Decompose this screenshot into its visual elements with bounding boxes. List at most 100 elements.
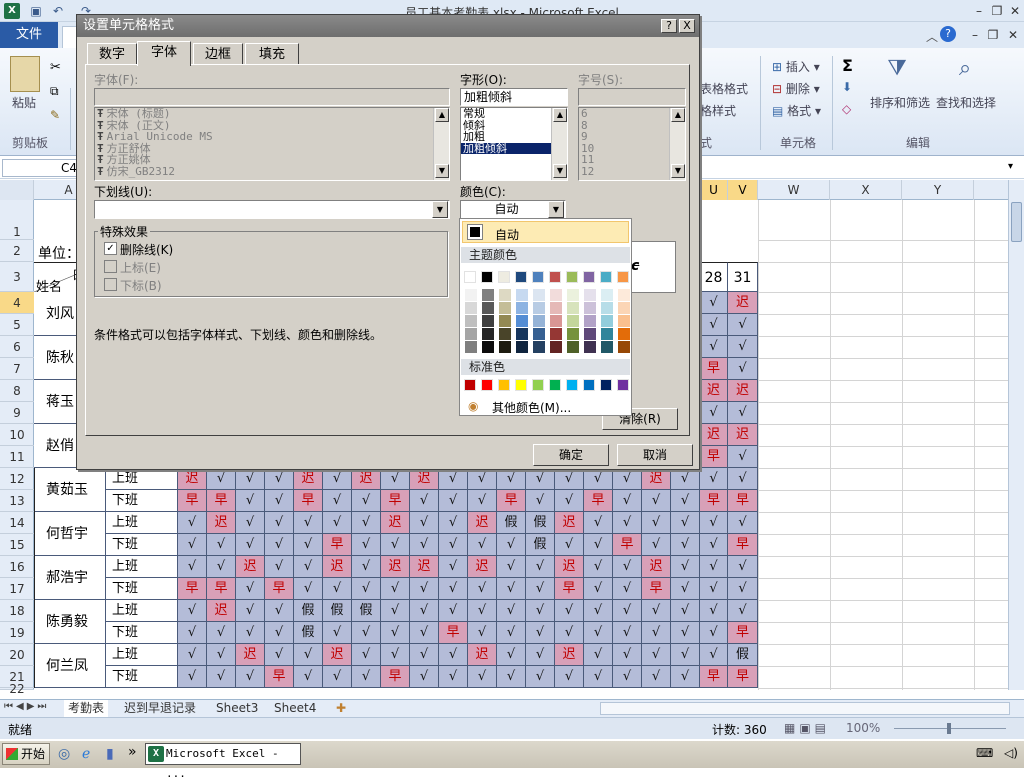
- attendance-cell[interactable]: √: [323, 666, 352, 688]
- view-buttons-icon[interactable]: ▦▣▤: [784, 721, 830, 735]
- start-button[interactable]: 开始: [2, 743, 50, 765]
- style-scroll-down-icon[interactable]: ▼: [553, 164, 567, 178]
- attendance-cell[interactable]: √: [700, 600, 728, 622]
- attendance-cell[interactable]: 假: [352, 600, 381, 622]
- attendance-cell[interactable]: 迟: [642, 468, 671, 490]
- theme-shade-swatch[interactable]: [618, 341, 630, 353]
- superscript-label[interactable]: 上标(E): [120, 259, 161, 276]
- theme-shade-swatch[interactable]: [516, 341, 528, 353]
- theme-shade-swatch[interactable]: [584, 289, 596, 301]
- attendance-cell[interactable]: 迟: [728, 380, 758, 402]
- attendance-cell[interactable]: √: [497, 468, 526, 490]
- attendance-cell[interactable]: √: [642, 644, 671, 666]
- theme-shade-swatch[interactable]: [550, 315, 562, 327]
- theme-shade-swatch[interactable]: [567, 315, 579, 327]
- size-input[interactable]: [578, 88, 686, 106]
- theme-shade-swatch[interactable]: [584, 341, 596, 353]
- sheet-tab-sheet3[interactable]: Sheet3: [212, 700, 262, 717]
- standard-color-swatch[interactable]: [617, 379, 629, 391]
- list-option[interactable]: 6: [579, 108, 669, 120]
- theme-shade-swatch[interactable]: [601, 328, 613, 340]
- attendance-cell[interactable]: √: [265, 490, 294, 512]
- attendance-cell[interactable]: √: [352, 666, 381, 688]
- theme-shade-swatch[interactable]: [584, 328, 596, 340]
- theme-shade-swatch[interactable]: [618, 289, 630, 301]
- attendance-cell[interactable]: √: [178, 556, 207, 578]
- attendance-cell[interactable]: √: [700, 402, 728, 424]
- attendance-cell[interactable]: √: [323, 622, 352, 644]
- theme-shade-swatch[interactable]: [516, 302, 528, 314]
- theme-shade-swatch[interactable]: [550, 341, 562, 353]
- col-header-v[interactable]: V: [728, 180, 758, 200]
- attendance-cell[interactable]: √: [526, 578, 555, 600]
- attendance-cell[interactable]: √: [236, 666, 265, 688]
- attendance-cell[interactable]: √: [381, 600, 410, 622]
- underline-select[interactable]: [94, 200, 450, 219]
- attendance-cell[interactable]: √: [236, 490, 265, 512]
- attendance-cell[interactable]: √: [642, 666, 671, 688]
- attendance-cell[interactable]: √: [642, 622, 671, 644]
- sheet-tab-attendance[interactable]: 考勤表: [64, 700, 109, 717]
- attendance-cell[interactable]: √: [642, 512, 671, 534]
- tab-fill[interactable]: 填充: [245, 43, 299, 65]
- attendance-cell[interactable]: √: [294, 534, 323, 556]
- attendance-cell[interactable]: √: [700, 512, 728, 534]
- standard-color-swatch[interactable]: [583, 379, 595, 391]
- autosum-icon[interactable]: Σ: [842, 56, 853, 75]
- attendance-cell[interactable]: √: [700, 336, 728, 358]
- theme-shade-swatch[interactable]: [516, 289, 528, 301]
- attendance-cell[interactable]: √: [178, 534, 207, 556]
- attendance-cell[interactable]: √: [468, 600, 497, 622]
- attendance-cell[interactable]: √: [584, 578, 613, 600]
- doc-minimize-icon[interactable]: –: [966, 27, 984, 43]
- attendance-cell[interactable]: 迟: [700, 424, 728, 446]
- attendance-cell[interactable]: 早: [381, 666, 410, 688]
- theme-shade-swatch[interactable]: [533, 328, 545, 340]
- attendance-cell[interactable]: √: [178, 666, 207, 688]
- attendance-cell[interactable]: √: [265, 468, 294, 490]
- attendance-cell[interactable]: 早: [700, 446, 728, 468]
- theme-shade-swatch[interactable]: [550, 302, 562, 314]
- attendance-cell[interactable]: √: [728, 468, 758, 490]
- zoom-slider-thumb[interactable]: [947, 723, 951, 734]
- format-button[interactable]: ▤ 格式 ▾: [772, 102, 821, 119]
- attendance-cell[interactable]: √: [410, 666, 439, 688]
- attendance-cell[interactable]: √: [728, 314, 758, 336]
- attendance-cell[interactable]: √: [671, 644, 700, 666]
- attendance-cell[interactable]: √: [410, 512, 439, 534]
- theme-shade-swatch[interactable]: [567, 341, 579, 353]
- help-icon[interactable]: ?: [940, 26, 956, 42]
- attendance-cell[interactable]: √: [700, 534, 728, 556]
- attendance-cell[interactable]: 早: [207, 578, 236, 600]
- style-list[interactable]: 常规 倾斜 加粗 加粗倾斜 ▲ ▼: [460, 107, 568, 181]
- attendance-cell[interactable]: √: [613, 512, 642, 534]
- theme-shade-swatch[interactable]: [482, 302, 494, 314]
- superscript-checkbox[interactable]: [104, 260, 117, 273]
- col-header-w[interactable]: W: [758, 180, 830, 200]
- attendance-cell[interactable]: 早: [728, 666, 758, 688]
- attendance-cell[interactable]: √: [207, 468, 236, 490]
- standard-color-swatch[interactable]: [532, 379, 544, 391]
- row-header-11[interactable]: 11: [0, 446, 34, 468]
- attendance-cell[interactable]: √: [671, 622, 700, 644]
- row-header-10[interactable]: 10: [0, 424, 34, 446]
- dialog-title-bar[interactable]: 设置单元格格式: [77, 15, 699, 37]
- attendance-cell[interactable]: √: [728, 358, 758, 380]
- attendance-cell[interactable]: √: [294, 512, 323, 534]
- subscript-label[interactable]: 下标(B): [120, 277, 162, 294]
- attendance-cell[interactable]: √: [497, 600, 526, 622]
- cut-icon[interactable]: ✂: [50, 60, 61, 75]
- attendance-cell[interactable]: √: [439, 512, 468, 534]
- attendance-cell[interactable]: 迟: [468, 556, 497, 578]
- attendance-cell[interactable]: √: [178, 512, 207, 534]
- strikethrough-checkbox[interactable]: ✓: [104, 242, 117, 255]
- auto-color-option[interactable]: 自动: [462, 221, 629, 243]
- theme-shade-swatch[interactable]: [516, 328, 528, 340]
- horizontal-scrollbar[interactable]: [600, 702, 1010, 715]
- attendance-cell[interactable]: √: [728, 578, 758, 600]
- sheet-nav-arrows-icon[interactable]: ⏮◀▶⏭: [4, 701, 49, 712]
- theme-shade-swatch[interactable]: [465, 302, 477, 314]
- attendance-cell[interactable]: √: [410, 644, 439, 666]
- theme-shade-swatch[interactable]: [499, 315, 511, 327]
- dialog-close-icon[interactable]: X: [679, 19, 695, 33]
